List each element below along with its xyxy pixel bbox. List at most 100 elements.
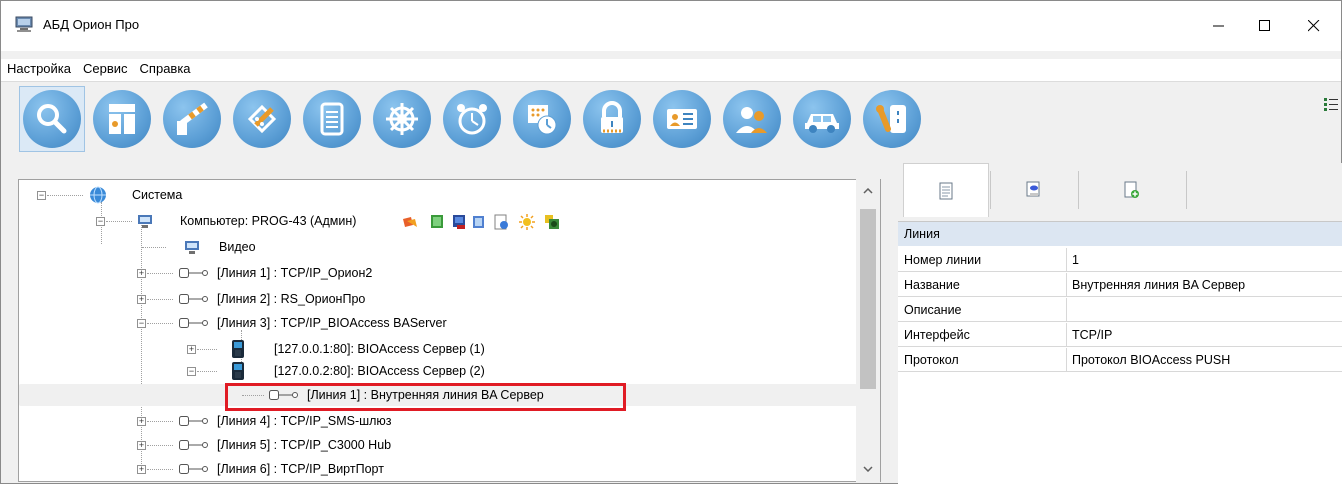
expand-toggle[interactable]: + xyxy=(137,269,146,278)
tree-label: [Линия 2] : RS_ОрионПро xyxy=(217,292,366,306)
car-button[interactable] xyxy=(789,86,855,152)
tab-events[interactable] xyxy=(991,163,1077,217)
scroll-thumb[interactable] xyxy=(860,209,876,389)
computer-icon xyxy=(138,215,152,228)
toolbar xyxy=(1,81,1341,161)
helm-button[interactable] xyxy=(369,86,435,152)
tree-node-bioaccess-1[interactable]: + [127.0.0.1:80]: BIOAccess Сервер (1) xyxy=(19,338,859,360)
tree-node-line5[interactable]: + [Линия 5] : TCP/IP_C3000 Hub xyxy=(19,434,859,456)
tree-node-line6[interactable]: + [Линия 6] : TCP/IP_ВиртПорт xyxy=(19,458,859,480)
maximize-button[interactable] xyxy=(1242,1,1288,51)
property-key: Название xyxy=(904,278,960,292)
tab-add[interactable] xyxy=(1079,163,1185,217)
property-key: Протокол xyxy=(904,353,959,367)
properties-tab-icon xyxy=(939,182,953,199)
chevron-down-icon xyxy=(863,466,873,472)
property-value[interactable]: Протокол BIOAccess PUSH xyxy=(1072,348,1230,372)
schedule-button[interactable] xyxy=(509,86,575,152)
properties-tabs xyxy=(898,163,1342,217)
line-icon xyxy=(179,416,208,426)
maximize-icon xyxy=(1259,20,1270,31)
expand-toggle[interactable]: + xyxy=(137,417,146,426)
tree-label: [127.0.0.1:80]: BIOAccess Сервер (1) xyxy=(274,342,485,356)
properties-panel: Линия Номер линии 1 Название Внутренняя … xyxy=(898,163,1342,484)
collapse-toggle[interactable]: − xyxy=(96,217,105,226)
menu-settings[interactable]: Настройка xyxy=(1,59,77,81)
document-button[interactable] xyxy=(299,86,365,152)
property-value[interactable]: TCP/IP xyxy=(1072,323,1112,347)
property-value[interactable]: Внутренняя линия BA Сервер xyxy=(1072,273,1245,297)
collapse-toggle[interactable]: − xyxy=(37,191,46,200)
search-button[interactable] xyxy=(19,86,85,152)
devices-icon xyxy=(109,104,135,134)
expand-toggle[interactable]: + xyxy=(137,465,146,474)
alarm-clock-button[interactable] xyxy=(439,86,505,152)
tree-node-video[interactable]: Видео xyxy=(19,236,859,258)
tree-node-system[interactable]: − Система xyxy=(19,184,859,206)
property-key: Описание xyxy=(904,303,962,317)
line-icon xyxy=(179,268,208,278)
devices-button[interactable] xyxy=(89,86,155,152)
property-row[interactable]: Номер линии 1 xyxy=(898,248,1342,272)
expand-toggle[interactable]: + xyxy=(137,295,146,304)
tab-properties[interactable] xyxy=(903,163,989,217)
minimize-icon xyxy=(1213,25,1224,27)
lock-button[interactable] xyxy=(579,86,645,152)
app-icon xyxy=(15,16,33,32)
computer-status-icons xyxy=(403,214,559,230)
barrier-button[interactable] xyxy=(159,86,225,152)
scroll-down-button[interactable] xyxy=(856,459,880,479)
alarm-clock-icon xyxy=(457,104,487,135)
properties-grid: Линия Номер линии 1 Название Внутренняя … xyxy=(898,221,1342,484)
device-tree: − Система − Компьютер: PROG-43 (Админ) В… xyxy=(18,179,881,482)
list-view-icon[interactable] xyxy=(1323,96,1339,112)
highlight-annotation xyxy=(225,383,626,411)
tree-node-computer[interactable]: − Компьютер: PROG-43 (Админ) xyxy=(19,210,859,232)
collapse-toggle[interactable]: − xyxy=(187,367,196,376)
chevron-up-icon xyxy=(863,188,873,194)
helm-icon xyxy=(386,103,418,135)
minimize-button[interactable] xyxy=(1196,1,1242,51)
properties-header: Линия xyxy=(898,222,1342,246)
property-value[interactable]: 1 xyxy=(1072,248,1079,272)
collapse-toggle[interactable]: − xyxy=(137,319,146,328)
menu-service[interactable]: Сервис xyxy=(77,59,134,81)
computer-icon xyxy=(185,241,199,254)
property-row[interactable]: Название Внутренняя линия BA Сервер xyxy=(898,273,1342,297)
tree-scrollbar[interactable] xyxy=(856,179,880,482)
tree-node-line3[interactable]: − [Линия 3] : TCP/IP_BIOAccess BAServer xyxy=(19,312,859,334)
tree-node-bioaccess-2[interactable]: − [127.0.0.2:80]: BIOAccess Сервер (2) xyxy=(19,360,859,382)
main-window: АБД Орион Про Настройка Сервис Справка −… xyxy=(0,0,1342,484)
editor-button[interactable] xyxy=(229,86,295,152)
menu-help[interactable]: Справка xyxy=(134,59,197,81)
tree-label: Компьютер: PROG-43 (Админ) xyxy=(180,214,357,228)
title-bar: АБД Орион Про xyxy=(1,1,1341,51)
expand-toggle[interactable]: + xyxy=(137,441,146,450)
key-button[interactable] xyxy=(859,86,925,152)
expand-toggle[interactable]: + xyxy=(187,345,196,354)
tree-label: Система xyxy=(132,188,183,202)
line-icon xyxy=(179,318,208,328)
close-button[interactable] xyxy=(1291,1,1337,51)
menu-bar: Настройка Сервис Справка xyxy=(1,59,1341,81)
tree-node-line4[interactable]: + [Линия 4] : TCP/IP_SMS-шлюз xyxy=(19,410,859,432)
users-button[interactable] xyxy=(719,86,785,152)
id-card-button[interactable] xyxy=(649,86,715,152)
line-icon xyxy=(179,464,208,474)
globe-icon xyxy=(90,186,106,204)
document-icon xyxy=(320,102,344,136)
property-row[interactable]: Интерфейс TCP/IP xyxy=(898,323,1342,347)
search-icon xyxy=(37,104,67,134)
line-icon xyxy=(179,440,208,450)
scroll-up-button[interactable] xyxy=(856,181,880,201)
property-row[interactable]: Протокол Протокол BIOAccess PUSH xyxy=(898,348,1342,372)
tree-label: Видео xyxy=(219,240,256,254)
line-icon xyxy=(179,294,208,304)
tree-node-line1[interactable]: + [Линия 1] : TCP/IP_Орион2 xyxy=(19,262,859,284)
tree-node-line2[interactable]: + [Линия 2] : RS_ОрионПро xyxy=(19,288,859,310)
tree-label: [Линия 5] : TCP/IP_C3000 Hub xyxy=(217,438,392,452)
schedule-icon xyxy=(528,105,557,135)
id-card-icon xyxy=(667,109,697,129)
property-row[interactable]: Описание xyxy=(898,298,1342,322)
lock-icon xyxy=(601,101,623,133)
